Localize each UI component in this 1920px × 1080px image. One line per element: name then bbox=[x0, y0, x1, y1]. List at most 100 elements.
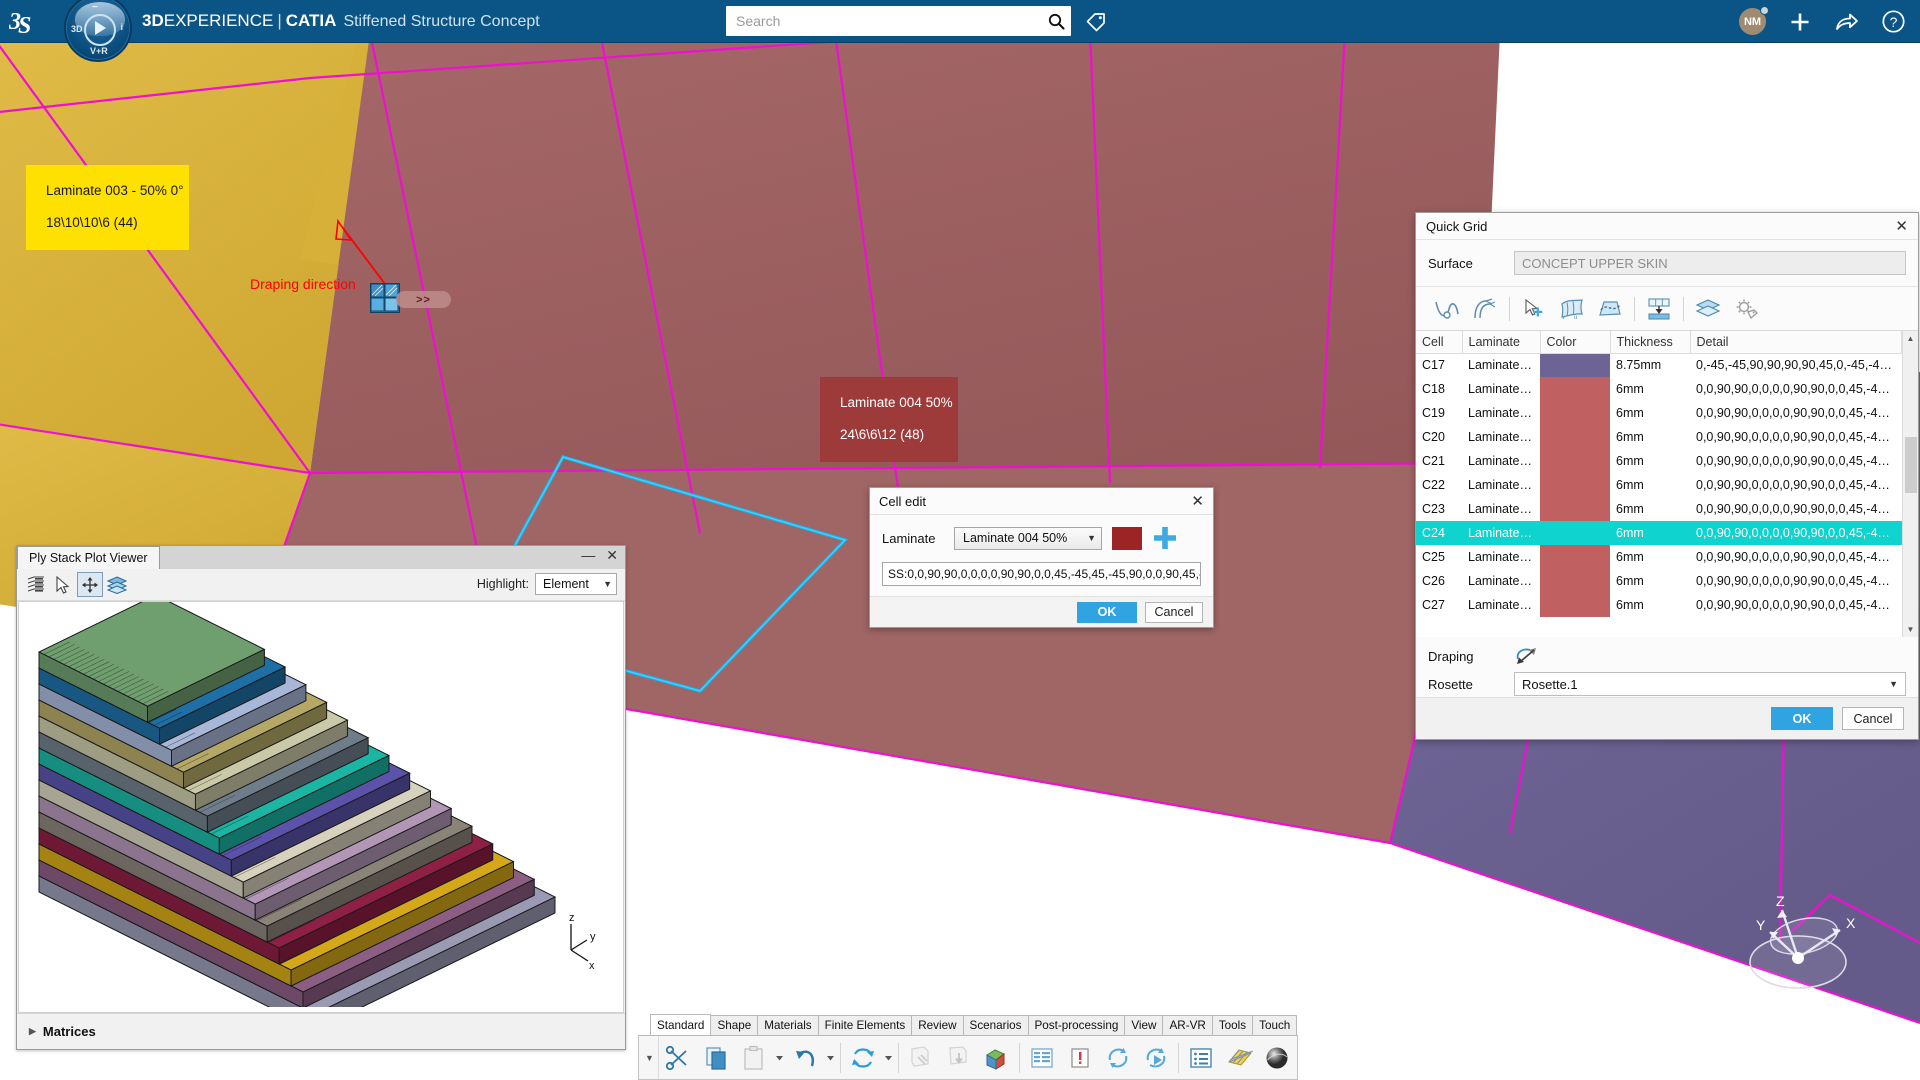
sync-run-icon[interactable] bbox=[1137, 1036, 1175, 1079]
bottom-tab-post-processing[interactable]: Post-processing bbox=[1027, 1015, 1126, 1035]
help-button[interactable]: ? bbox=[1881, 9, 1906, 34]
quick-grid-close-button[interactable]: ✕ bbox=[1895, 219, 1908, 234]
copy-icon[interactable] bbox=[697, 1036, 735, 1079]
cell-edit-color-swatch[interactable] bbox=[1112, 526, 1142, 550]
bottom-tab-ar-vr[interactable]: AR-VR bbox=[1162, 1015, 1213, 1035]
table-row[interactable]: C27 Laminate 00... 6mm 0,0,90,90,0,0,0,0,90… bbox=[1416, 593, 1902, 617]
3d-compass-widget[interactable]: 3D i V+R − bbox=[56, 0, 136, 62]
undo-dropdown-icon[interactable] bbox=[824, 1036, 837, 1079]
scroll-up-arrow-icon[interactable]: ▲ bbox=[1903, 331, 1918, 346]
table-row[interactable]: C24 Laminate 00... 6mm 0,0,90,90,0,0,0,0,90… bbox=[1416, 521, 1902, 545]
surface-uv-icon[interactable]: v u bbox=[1553, 292, 1591, 326]
cell-color-swatch[interactable] bbox=[1540, 497, 1610, 521]
cell-color-swatch[interactable] bbox=[1540, 401, 1610, 425]
undo-icon[interactable] bbox=[786, 1036, 824, 1079]
bottom-tab-review[interactable]: Review bbox=[911, 1015, 964, 1035]
column-header-thickness[interactable]: Thickness bbox=[1610, 331, 1691, 354]
stack-icon[interactable] bbox=[104, 572, 130, 597]
surface-split-icon[interactable] bbox=[1591, 292, 1629, 326]
grid-curves-icon[interactable] bbox=[1466, 292, 1504, 326]
column-header-cell[interactable]: Cell bbox=[1416, 331, 1463, 354]
transfer-down-icon[interactable] bbox=[1640, 292, 1678, 326]
cell-color-swatch[interactable] bbox=[1540, 425, 1610, 449]
quick-grid-cancel-button[interactable]: Cancel bbox=[1842, 707, 1904, 730]
cell-edit-ok-button[interactable]: OK bbox=[1077, 601, 1137, 623]
bottom-tab-scenarios[interactable]: Scenarios bbox=[962, 1015, 1029, 1035]
sphere-icon[interactable] bbox=[1258, 1036, 1296, 1079]
assembly-icon[interactable] bbox=[978, 1036, 1016, 1079]
table-row[interactable]: C23 Laminate 00... 6mm 0,0,90,90,0,0,0,0,90… bbox=[1416, 497, 1902, 521]
cell-edit-cancel-button[interactable]: Cancel bbox=[1145, 601, 1203, 623]
column-header-detail[interactable]: Detail bbox=[1690, 331, 1902, 354]
table-row[interactable]: C20 Laminate 00... 6mm 0,0,90,90,0,0,0,0,90… bbox=[1416, 425, 1902, 449]
cell-edit-add-button[interactable] bbox=[1152, 525, 1178, 551]
draping-step-button[interactable]: >> bbox=[396, 291, 451, 308]
share-button[interactable] bbox=[1834, 10, 1859, 34]
update-dropdown-icon[interactable] bbox=[882, 1036, 895, 1079]
viewport-axis-triad[interactable]: X Y Z bbox=[1740, 888, 1860, 1008]
settings-tag-icon[interactable] bbox=[1727, 292, 1765, 326]
quick-grid-scrollbar[interactable]: ▲ ▼ bbox=[1902, 331, 1918, 637]
table-icon[interactable] bbox=[1023, 1036, 1061, 1079]
avatar[interactable]: NM bbox=[1739, 6, 1769, 35]
cell-color-swatch[interactable] bbox=[1540, 545, 1610, 569]
pick-add-icon[interactable] bbox=[1515, 292, 1553, 326]
table-row[interactable]: C25 Laminate 00... 6mm 0,0,90,90,0,0,0,0,90… bbox=[1416, 545, 1902, 569]
column-header-color[interactable]: Color bbox=[1540, 331, 1611, 354]
ply-stack-canvas[interactable]: z y x bbox=[18, 601, 624, 1013]
search-input[interactable] bbox=[726, 7, 1041, 35]
bottom-tab-finite-elements[interactable]: Finite Elements bbox=[817, 1015, 913, 1035]
bottom-tab-materials[interactable]: Materials bbox=[757, 1015, 819, 1035]
stack-ply-icon[interactable] bbox=[1689, 292, 1727, 326]
ply-stack-plot-viewer-panel[interactable]: Ply Stack Plot Viewer — ✕ Highlight: Ele… bbox=[16, 545, 626, 1050]
highlight-select[interactable]: Element ▼ bbox=[535, 573, 617, 595]
table-row[interactable]: C19 Laminate 00... 6mm 0,0,90,90,0,0,0,0,90… bbox=[1416, 401, 1902, 425]
cell-edit-sequence-field[interactable]: SS:0,0,90,90,0,0,0,0,90,90,0,0,45,-45,45… bbox=[882, 562, 1201, 586]
cell-color-swatch[interactable] bbox=[1540, 473, 1610, 497]
compass-icon[interactable]: 3D i V+R − bbox=[64, 0, 132, 62]
pointer-icon[interactable] bbox=[50, 572, 76, 597]
dassault-systemes-logo[interactable]: 3 S bbox=[0, 0, 56, 43]
cell-color-swatch[interactable] bbox=[1540, 377, 1610, 401]
bottom-tab-shape[interactable]: Shape bbox=[710, 1015, 759, 1035]
tag-icon[interactable] bbox=[1082, 8, 1110, 36]
cell-color-swatch[interactable] bbox=[1540, 449, 1610, 473]
cell-color-swatch[interactable] bbox=[1540, 353, 1610, 377]
bottom-tab-standard[interactable]: Standard bbox=[650, 1014, 712, 1035]
curve-icon[interactable] bbox=[1428, 292, 1466, 326]
cell-color-swatch[interactable] bbox=[1540, 569, 1610, 593]
toolbar-expand-chevron-icon[interactable]: ▼ bbox=[641, 1036, 659, 1079]
rosette-select[interactable]: Rosette.1 ▼ bbox=[1514, 672, 1906, 696]
table-row[interactable]: C22 Laminate 00... 6mm 0,0,90,90,0,0,0,0,90… bbox=[1416, 473, 1902, 497]
add-button[interactable] bbox=[1788, 10, 1812, 34]
draping-direction-icon[interactable] bbox=[1514, 644, 1548, 668]
paste-dropdown-icon[interactable] bbox=[773, 1036, 786, 1079]
ply-viewer-tab[interactable]: Ply Stack Plot Viewer bbox=[17, 546, 160, 569]
pan-icon[interactable] bbox=[77, 572, 103, 597]
search-icon[interactable] bbox=[1041, 6, 1071, 36]
quick-grid-table-wrapper[interactable]: Cell Laminate Color Thickness Detail C17 Lami… bbox=[1416, 330, 1918, 637]
search-bar[interactable] bbox=[726, 6, 1071, 36]
table-row[interactable]: C17 Laminate 00... 8.75mm 0,-45,-45,90,90,9… bbox=[1416, 353, 1902, 377]
scroll-down-arrow-icon[interactable]: ▼ bbox=[1903, 622, 1918, 637]
ply-list-icon[interactable] bbox=[23, 572, 49, 597]
quick-grid-dialog[interactable]: Quick Grid ✕ Surface CONCEPT UPPER SKIN bbox=[1415, 212, 1919, 740]
table-row[interactable]: C18 Laminate 00... 6mm 0,0,90,90,0,0,0,0,90… bbox=[1416, 377, 1902, 401]
cell-edit-close-button[interactable]: ✕ bbox=[1191, 494, 1204, 509]
bottom-tab-view[interactable]: View bbox=[1124, 1015, 1164, 1035]
quick-grid-ok-button[interactable]: OK bbox=[1771, 707, 1833, 730]
mesh-icon[interactable] bbox=[1220, 1036, 1258, 1079]
ply-viewer-close-button[interactable]: ✕ bbox=[606, 548, 618, 562]
matrices-expander[interactable]: ▶ Matrices bbox=[17, 1013, 625, 1049]
surface-input[interactable]: CONCEPT UPPER SKIN bbox=[1514, 251, 1906, 275]
cell-edit-dialog[interactable]: Cell edit ✕ Laminate Laminate 004 50% ▼ … bbox=[869, 487, 1214, 628]
list-props-icon[interactable] bbox=[1182, 1036, 1220, 1079]
column-header-laminate[interactable]: Laminate bbox=[1462, 331, 1541, 354]
sync-icon[interactable] bbox=[1099, 1036, 1137, 1079]
cell-color-swatch[interactable] bbox=[1540, 521, 1610, 545]
scrollbar-thumb[interactable] bbox=[1905, 437, 1917, 493]
bottom-tab-tools[interactable]: Tools bbox=[1211, 1015, 1254, 1035]
table-row[interactable]: C21 Laminate 00... 6mm 0,0,90,90,0,0,0,0,90… bbox=[1416, 449, 1902, 473]
warning-icon[interactable] bbox=[1061, 1036, 1099, 1079]
table-row[interactable]: C26 Laminate 00... 6mm 0,0,90,90,0,0,0,0,90… bbox=[1416, 569, 1902, 593]
